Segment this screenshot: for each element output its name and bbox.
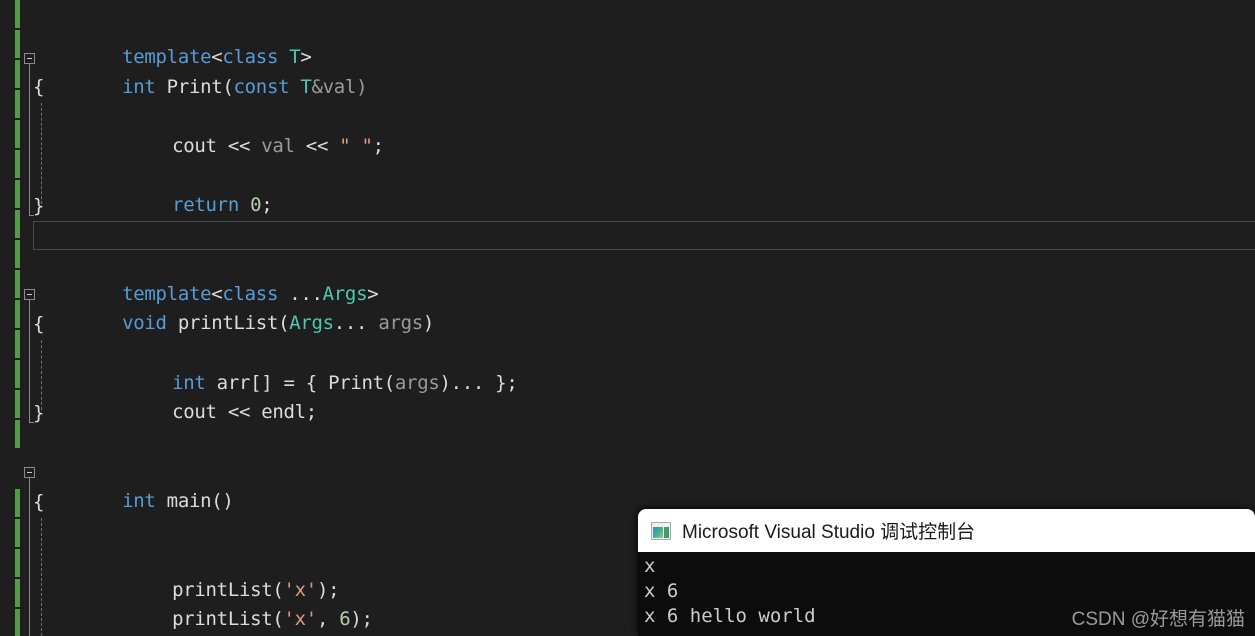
token-parameter: args	[394, 372, 440, 395]
token-brace: {	[33, 313, 45, 335]
token-keyword: return	[172, 194, 239, 217]
token-identifier: cout	[172, 135, 228, 158]
code-line[interactable]: printList('x', 6, string("hello world"))…	[0, 606, 67, 635]
code-line[interactable]: printList('x');	[0, 547, 339, 601]
console-title: Microsoft Visual Studio 调试控制台	[682, 522, 976, 543]
token-punct: ;	[372, 135, 384, 158]
code-line[interactable]: {	[0, 73, 67, 102]
code-line[interactable]: {	[0, 488, 67, 517]
token-type: T	[300, 76, 312, 99]
token-keyword: int	[122, 76, 156, 99]
code-line[interactable]: cout << val << " ";	[0, 103, 384, 157]
token-parameter: args	[378, 312, 423, 335]
token-brace: {	[33, 491, 45, 513]
code-line[interactable]: printList('x', 6);	[0, 576, 373, 630]
token-keyword: const	[233, 76, 290, 99]
token-identifier: Print(	[155, 76, 234, 99]
token-punct: )... };	[439, 372, 518, 395]
token-operator: <<	[294, 135, 340, 158]
csdn-watermark: CSDN @好想有猫猫	[1071, 609, 1245, 630]
token-brace: }	[33, 195, 45, 217]
token-brace: }	[33, 402, 45, 424]
token-type: Args	[289, 312, 334, 335]
token-identifier: printList(	[166, 312, 290, 335]
code-line[interactable]: int Print(const T&val)	[0, 44, 367, 98]
token-keyword: void	[122, 312, 167, 335]
code-line[interactable]: }	[0, 399, 67, 428]
code-line[interactable]: {	[0, 310, 67, 339]
empty-line-highlight[interactable]	[33, 221, 1255, 250]
code-line[interactable]: cout << endl;	[0, 369, 317, 423]
token-string: " "	[339, 135, 373, 158]
code-line[interactable]: }	[0, 192, 67, 221]
token-parameter: val	[261, 135, 295, 158]
code-line[interactable]: int arr[] = { Print(args)... };	[0, 340, 518, 394]
token-punct: )	[422, 312, 435, 335]
code-line[interactable]: return 0;	[0, 162, 273, 216]
console-output-line: x 6	[644, 580, 679, 602]
token-operator: <<	[227, 135, 262, 158]
code-line[interactable]: template<class ...Args>	[0, 251, 379, 305]
code-line[interactable]: int main()	[0, 458, 234, 512]
token-parameter: &val)	[311, 76, 368, 99]
token-punct: ;	[261, 194, 273, 217]
code-line[interactable]: void printList(Args... args)	[0, 280, 434, 334]
console-app-icon	[651, 521, 671, 540]
console-titlebar[interactable]: Microsoft Visual Studio 调试控制台	[638, 509, 1255, 552]
code-line[interactable]: template<class T>	[0, 14, 312, 68]
token-ellipsis: ...	[333, 312, 379, 335]
console-output-line: x	[644, 555, 656, 577]
token-brace: {	[33, 76, 45, 98]
token-identifier: main()	[155, 490, 234, 513]
token-keyword: int	[122, 490, 156, 513]
screen: template<class T> int Print(const T&val)…	[0, 0, 1255, 636]
token-identifier: cout << endl;	[172, 401, 317, 424]
token-number: 0	[250, 194, 262, 217]
